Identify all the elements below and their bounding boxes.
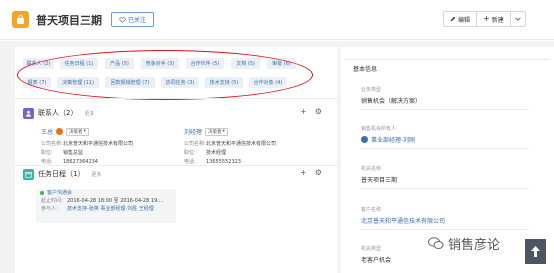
plus-icon: + xyxy=(483,14,490,23)
field-customer-name: 客户名称 北京普天和平通信技术有限公司 xyxy=(361,206,541,230)
follow-label: 已关注 xyxy=(127,17,146,24)
tasks-more-link[interactable]: 更多 xyxy=(91,171,101,178)
contacts-settings-icon[interactable]: ⚙ xyxy=(315,107,322,116)
edit-label: 编辑 xyxy=(458,16,471,24)
contact-name-row: 刘经理 决策者 ▾ xyxy=(184,127,294,136)
status-dot-icon xyxy=(40,191,44,195)
edit-button[interactable]: 编辑 xyxy=(444,12,478,26)
task-item[interactable]: 客户沟通会 起止时间： 2016-04-28 18:00 至 2016-04-2… xyxy=(36,189,176,223)
scroll-to-top-button[interactable] xyxy=(525,239,546,264)
tasks-section-icon xyxy=(23,168,34,180)
details-title: 基本信息 xyxy=(353,66,378,73)
tasks-section-title: 任务日程（1） xyxy=(38,170,85,178)
header-actions: 编辑 + 新建 xyxy=(443,11,526,27)
contact-card: 刘经理 决策者 ▾ 公司名称: 北京普天和平通信技术有限公司 职位: 技术经理 … xyxy=(184,127,294,167)
more-dropdown-button[interactable] xyxy=(511,12,525,26)
watermark: 销售彦论 xyxy=(428,234,500,253)
contacts-section-icon xyxy=(23,107,34,119)
app-logo xyxy=(12,11,29,28)
contact-position: 职位: 销售总监 xyxy=(41,150,84,156)
highlight-annotation xyxy=(17,50,313,100)
add-contact-button[interactable]: + xyxy=(300,107,307,116)
tasks-settings-icon[interactable]: ⚙ xyxy=(315,168,322,177)
contact-name[interactable]: 王总 xyxy=(41,127,53,136)
contact-role-select[interactable]: 决策者 ▾ xyxy=(66,127,89,136)
calendar-icon xyxy=(25,171,32,178)
owner-avatar xyxy=(361,136,368,143)
contact-name-row: 王总 决策者 ▾ xyxy=(41,127,151,136)
field-owner: 销售机会所有人 事业部经理-刘刚 xyxy=(361,125,541,149)
person-icon xyxy=(26,110,31,117)
contact-company: 公司名称: 北京普天和平通信技术有限公司 xyxy=(41,141,134,147)
details-divider xyxy=(345,59,550,60)
add-task-button[interactable]: + xyxy=(300,168,307,177)
arrow-up-icon xyxy=(531,246,540,257)
field-opportunity-name: 机会名称 普天项目三期 xyxy=(361,165,541,189)
contacts-section-header: 联系人（2） 更多 xyxy=(23,107,94,119)
chevron-down-icon: ▾ xyxy=(83,129,86,134)
wechat-icon xyxy=(428,237,444,249)
shopping-bag-icon xyxy=(17,14,24,24)
task-title-row: 客户沟通会 xyxy=(36,189,176,197)
chevron-down-icon: ▾ xyxy=(222,129,225,134)
task-time-row: 起止时间： 2016-04-28 18:00 至 2016-04-28 19:.… xyxy=(36,197,176,205)
contacts-more-link[interactable]: 更多 xyxy=(84,110,94,117)
contacts-section-title: 联系人（2） xyxy=(38,109,78,117)
task-people-label: 参与人： xyxy=(41,206,62,212)
chevron-down-icon xyxy=(515,17,521,21)
task-people-value: 技术支持-张英 事业部经理-刘胜 王经理 xyxy=(67,206,154,212)
task-time-label: 起止时间： xyxy=(41,198,67,204)
watermark-text: 销售彦论 xyxy=(448,238,501,253)
task-name[interactable]: 客户沟通会 xyxy=(47,189,72,197)
role-label: 决策者 xyxy=(208,129,222,135)
contact-name[interactable]: 刘经理 xyxy=(184,127,202,136)
record-header: 普天项目三期 已关注 编辑 + 新建 xyxy=(0,0,554,40)
tasks-section-header: 任务日程（1） 更多 xyxy=(23,168,101,180)
role-label: 决策者 xyxy=(69,129,83,135)
new-button[interactable]: + 新建 xyxy=(477,12,511,26)
contact-role-select[interactable]: 决策者 ▾ xyxy=(205,127,228,136)
contact-company: 公司名称: 北京普天和平通信技术有限公司 xyxy=(184,141,277,147)
page-title: 普天项目三期 xyxy=(36,14,102,27)
pencil-icon xyxy=(450,16,456,22)
new-label: 新建 xyxy=(491,16,504,24)
section-divider xyxy=(15,98,337,99)
section-divider xyxy=(15,165,337,166)
contact-position: 职位: 技术经理 xyxy=(184,150,227,156)
avatar xyxy=(56,128,64,135)
field-business-type: 业务类型 销售机会（解决方案） xyxy=(361,86,541,110)
heart-icon xyxy=(119,16,126,23)
task-time-value: 2016-04-28 18:00 至 2016-04-28 19:... xyxy=(67,198,164,204)
task-people-row: 参与人： 技术支持-张英 事业部经理-刘胜 王经理 xyxy=(36,205,176,213)
owner-name[interactable]: 事业部经理-刘刚 xyxy=(371,135,415,144)
follow-button[interactable]: 已关注 xyxy=(111,12,154,27)
contact-card: 王总 决策者 ▾ 公司名称: 北京普天和平通信技术有限公司 职位: 销售总监 电… xyxy=(41,127,151,167)
